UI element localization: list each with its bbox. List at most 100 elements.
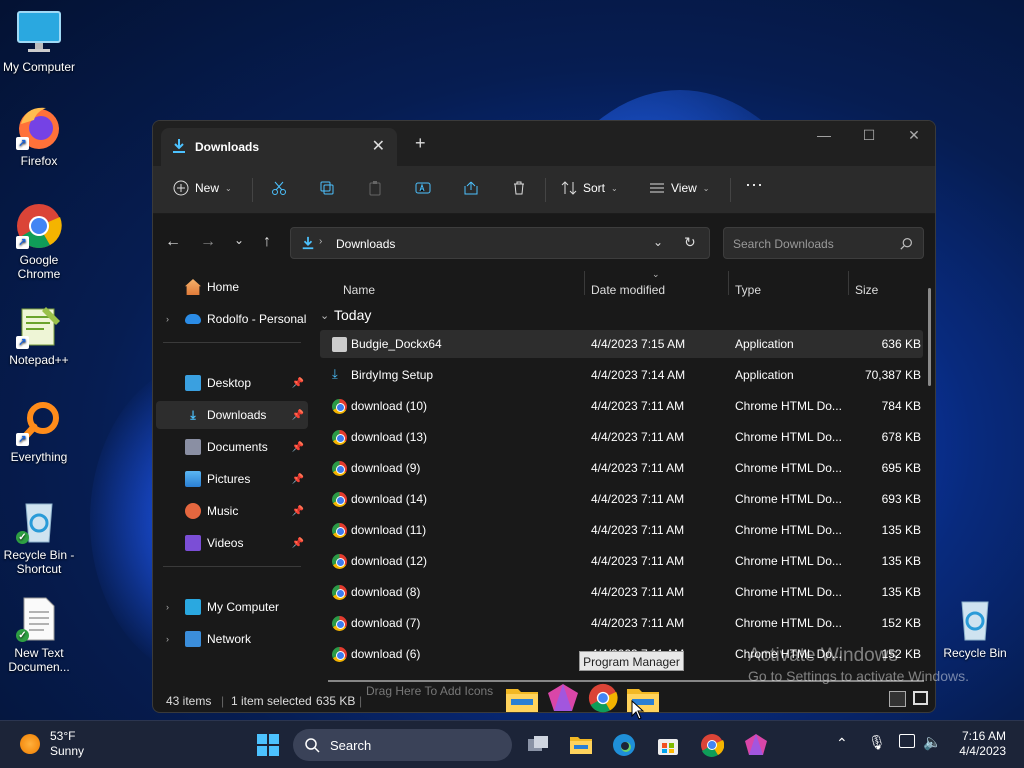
desktop-icon-my-computer[interactable]: My Computer — [0, 10, 78, 74]
file-row[interactable]: download (12) 4/4/2023 7:11 AM Chrome HT… — [320, 547, 923, 575]
network-icon — [185, 631, 201, 647]
file-row[interactable]: download (14) 4/4/2023 7:11 AM Chrome HT… — [320, 485, 923, 513]
sidebar-item-downloads[interactable]: ⤓ Downloads 📌 — [156, 401, 308, 429]
column-header-type[interactable]: Type — [735, 283, 761, 297]
forward-icon[interactable]: → — [198, 233, 218, 251]
maximize-icon[interactable]: ☐ — [849, 127, 889, 144]
desktop-icon-recycle-bin[interactable]: Recycle Bin — [936, 596, 1014, 660]
download-icon — [302, 236, 314, 250]
chrome-html-icon — [332, 585, 347, 600]
column-header-date[interactable]: Date modified — [591, 283, 665, 297]
copy-icon — [320, 181, 334, 195]
clock-date: 4/4/2023 — [959, 744, 1006, 758]
sidebar-item-pictures[interactable]: Pictures 📌 — [156, 465, 308, 493]
taskbar-search-label: Search — [330, 738, 372, 753]
new-tab-icon[interactable]: + — [415, 133, 426, 154]
sidebar-item-my-computer[interactable]: › My Computer — [156, 593, 308, 621]
pin-icon: 📌 — [291, 473, 304, 485]
file-row[interactable]: download (9) 4/4/2023 7:11 AM Chrome HTM… — [320, 454, 923, 482]
tab-downloads[interactable]: Downloads ✕ — [161, 128, 397, 166]
taskbar-search[interactable]: Search — [293, 729, 512, 761]
address-dropdown-icon[interactable]: ⌄ — [653, 235, 663, 249]
view-button[interactable]: View ⌄ — [649, 180, 710, 196]
volume-icon[interactable]: 🔈 — [923, 733, 942, 751]
more-options-icon[interactable]: ··· — [745, 174, 763, 195]
desktop-icon-chrome[interactable]: ↗ Google Chrome — [0, 203, 78, 281]
up-icon[interactable]: ↑ — [257, 233, 277, 251]
file-explorer-taskbar-icon[interactable] — [569, 733, 593, 757]
display-icon[interactable] — [899, 734, 915, 748]
everything-search-icon: ↗ — [16, 400, 62, 446]
desktop-icon-new-text-document[interactable]: ✓ New Text Documen... — [0, 596, 78, 674]
store-icon[interactable] — [656, 733, 680, 757]
desktop-icon-recycle-shortcut[interactable]: ✓ Recycle Bin - Shortcut — [0, 498, 78, 576]
desktop-icon-everything[interactable]: ↗ Everything — [0, 400, 78, 464]
breadcrumb-chevron-icon: › — [319, 236, 323, 247]
sidebar-item-desktop[interactable]: Desktop 📌 — [156, 369, 308, 397]
sidebar-item-documents[interactable]: Documents 📌 — [156, 433, 308, 461]
sidebar-item-network[interactable]: › Network — [156, 625, 308, 653]
address-bar[interactable]: › Downloads ⌄ ↻ — [290, 227, 710, 259]
delete-button[interactable] — [511, 180, 527, 196]
column-header-size[interactable]: Size — [855, 283, 878, 297]
sidebar-item-videos[interactable]: Videos 📌 — [156, 529, 308, 557]
search-box[interactable]: Search Downloads — [723, 227, 924, 259]
paste-button[interactable] — [367, 180, 383, 196]
microphone-icon[interactable]: 🎙 — [868, 734, 886, 751]
sort-indicator-icon: ⌄ — [652, 269, 660, 279]
chrome-html-icon — [332, 492, 347, 507]
application-icon — [332, 337, 347, 352]
clock[interactable]: 7:16 AM 4/4/2023 — [959, 729, 1006, 759]
desktop-icon-label: Firefox — [20, 154, 58, 168]
sort-button[interactable]: Sort ⌄ — [561, 180, 618, 196]
file-row[interactable]: ⤓ BirdyImg Setup 4/4/2023 7:14 AM Applic… — [320, 361, 923, 389]
recent-locations-icon[interactable]: ⌄ — [229, 233, 249, 247]
copy-button[interactable] — [319, 180, 335, 196]
chrome-taskbar-icon[interactable] — [700, 733, 725, 757]
file-row[interactable]: download (8) 4/4/2023 7:11 AM Chrome HTM… — [320, 578, 923, 606]
sort-icon — [561, 181, 577, 195]
dock-tooltip: Program Manager — [579, 651, 684, 671]
desktop-icon-firefox[interactable]: ↗ Firefox — [0, 104, 78, 168]
vertical-scrollbar[interactable] — [928, 288, 931, 386]
title-bar: Downloads ✕ + — ☐ ✕ — [153, 121, 935, 166]
chevron-up-icon[interactable]: ⌃ — [836, 735, 848, 752]
file-row[interactable]: download (11) 4/4/2023 7:11 AM Chrome HT… — [320, 516, 923, 544]
file-row[interactable]: download (10) 4/4/2023 7:11 AM Chrome HT… — [320, 392, 923, 420]
tiles-view-icon[interactable] — [913, 691, 928, 705]
group-collapse-icon[interactable]: ⌄ — [320, 309, 329, 322]
weather-widget[interactable]: 53°F Sunny — [20, 729, 84, 759]
file-row[interactable]: Budgie_Dockx64 4/4/2023 7:15 AM Applicat… — [320, 330, 923, 358]
sidebar-item-home[interactable]: Home — [156, 273, 308, 301]
chrome-html-icon — [332, 461, 347, 476]
gem-app-icon[interactable] — [744, 733, 768, 757]
dock-chrome-icon[interactable] — [586, 683, 620, 713]
back-icon[interactable]: ← — [163, 233, 183, 251]
minimize-icon[interactable]: — — [804, 127, 844, 143]
start-icon[interactable] — [256, 733, 280, 757]
column-header-name[interactable]: Name — [343, 283, 375, 297]
file-list: Name Date modified ⌄ Type Size ⌄ Today B… — [312, 269, 935, 681]
file-row[interactable]: download (7) 4/4/2023 7:11 AM Chrome HTM… — [320, 609, 923, 637]
desktop-icon-notepadpp[interactable]: ↗ Notepad++ — [0, 303, 78, 367]
new-button[interactable]: New ⌄ — [173, 180, 232, 196]
close-tab-icon[interactable]: ✕ — [372, 136, 385, 156]
file-row[interactable]: download (13) 4/4/2023 7:11 AM Chrome HT… — [320, 423, 923, 451]
close-window-icon[interactable]: ✕ — [894, 127, 934, 144]
dock-gem-icon[interactable] — [546, 683, 580, 713]
chrome-html-icon — [332, 647, 347, 662]
dock-folder-icon[interactable] — [505, 683, 539, 713]
refresh-icon[interactable]: ↻ — [684, 234, 696, 251]
details-view-icon[interactable] — [889, 691, 906, 707]
task-view-icon[interactable] — [526, 733, 550, 757]
cut-button[interactable] — [271, 180, 287, 196]
sidebar-item-onedrive[interactable]: › Rodolfo - Personal — [156, 305, 308, 333]
sidebar-item-music[interactable]: Music 📌 — [156, 497, 308, 525]
chevron-right-icon: › — [166, 602, 169, 612]
desktop-icon-label: Notepad++ — [9, 353, 69, 367]
edge-icon[interactable] — [612, 733, 636, 757]
rename-button[interactable] — [415, 180, 431, 196]
chevron-right-icon: › — [166, 314, 169, 324]
share-button[interactable] — [463, 180, 479, 196]
desktop-icon-label: Recycle Bin — [943, 646, 1007, 660]
